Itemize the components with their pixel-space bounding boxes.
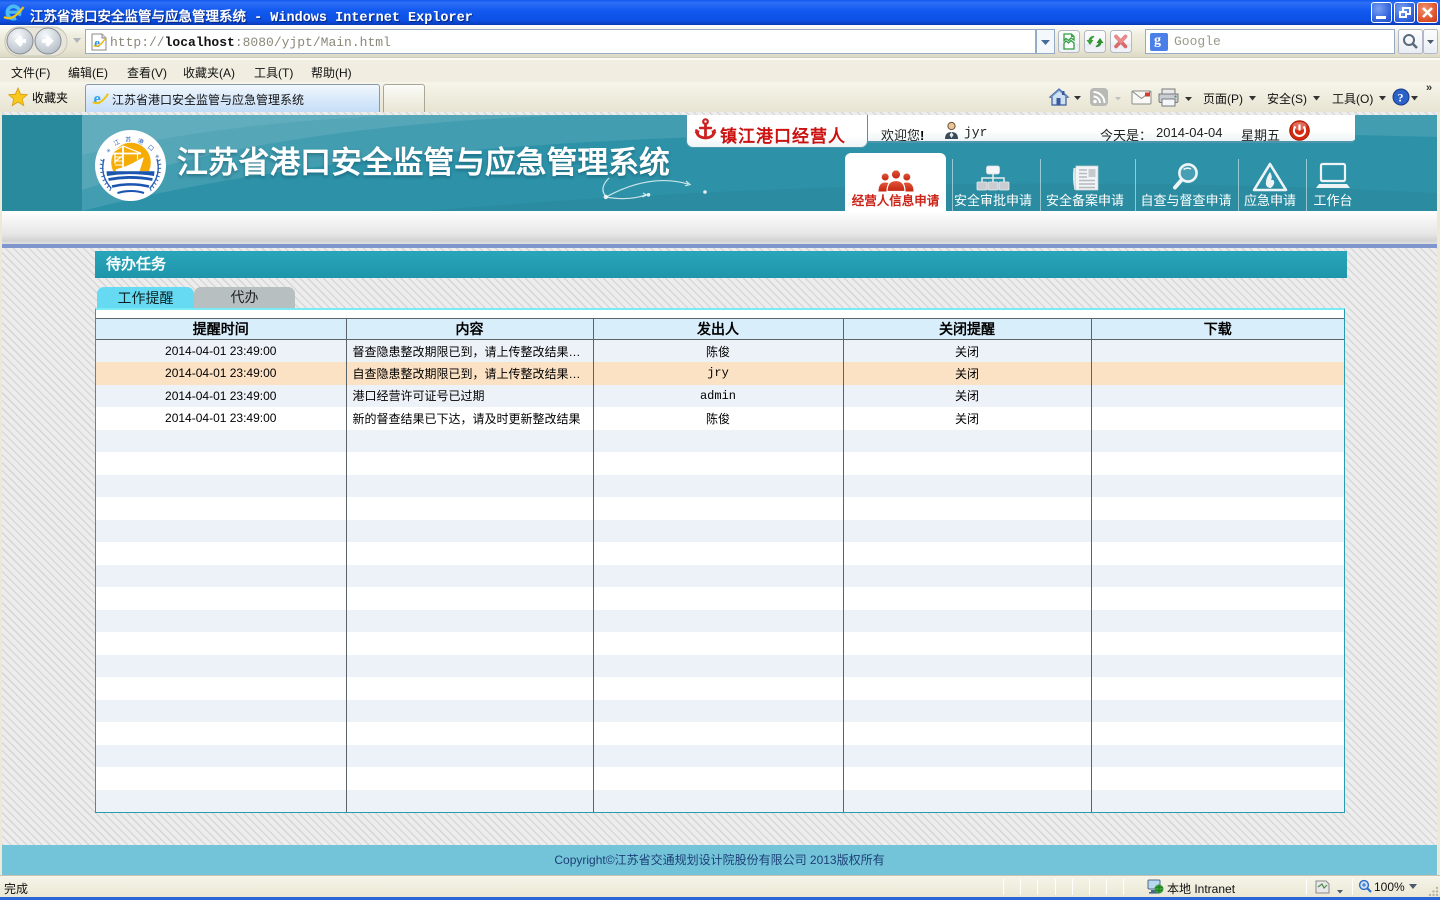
svg-text:e: e bbox=[94, 90, 101, 107]
svg-text:e: e bbox=[94, 35, 100, 50]
svg-text:?: ? bbox=[1398, 91, 1404, 105]
